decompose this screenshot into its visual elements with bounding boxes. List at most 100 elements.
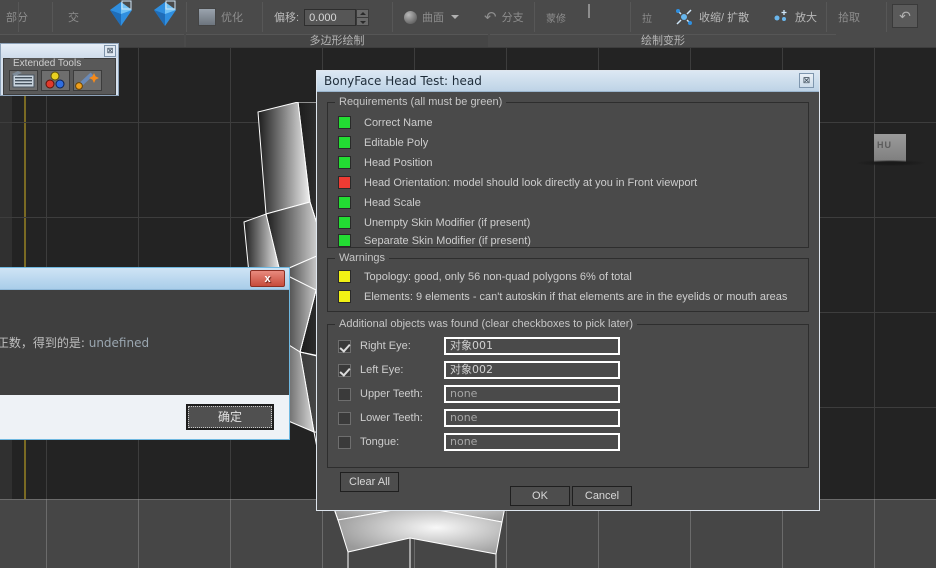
error-dialog[interactable]: 兰处理程序 异常 x 措误: 阵列索引必须正数，得到的是: undefined … — [0, 267, 290, 440]
bonyface-body: Requirements (all must be green) Correct… — [317, 92, 819, 510]
stepper-up-icon[interactable] — [357, 10, 369, 18]
requirement-row: Head Orientation: model should look dire… — [338, 173, 697, 192]
bonyface-titlebar[interactable]: BonyFace Head Test: head ⊠ — [317, 71, 819, 92]
ribbon-label-shrink-expand: 收缩/ 扩散 — [699, 12, 750, 24]
error-dialog-body: 措误: 阵列索引必须正数，得到的是: undefined — [0, 290, 289, 395]
ribbon-divider-4 — [262, 2, 263, 32]
top-ribbon: 部分 交 优化 偏移: 0.000 曲面 ↶ 分支 蒙修 拉 收缩/ 扩散 放大… — [0, 0, 936, 47]
ribbon-label-pull-1: 拉 — [642, 13, 652, 25]
ribbon-group-branch[interactable]: ↶ 分支 — [478, 0, 530, 34]
extended-tools-titlebar[interactable]: ⊠ — [1, 44, 118, 58]
ribbon-divider-2 — [52, 2, 53, 32]
upper-teeth-label: Upper Teeth: — [360, 388, 423, 400]
ribbon-group-pull[interactable]: 拉 — [636, 0, 658, 34]
error-ok-label: 确定 — [188, 406, 272, 428]
requirement-row: Correct Name — [338, 113, 432, 132]
clear-all-button[interactable]: Clear All — [340, 472, 399, 492]
additional-row-upper-teeth: Upper Teeth: none — [338, 383, 620, 405]
ribbon-group-optimize[interactable]: 优化 — [192, 0, 249, 34]
warning-row: Topology: good, only 56 non-quad polygon… — [338, 267, 632, 286]
right-eye-field[interactable]: 对象001 — [444, 337, 620, 355]
requirement-row: Head Position — [338, 153, 433, 172]
ribbon-label-surface: 曲面 — [422, 12, 444, 24]
error-dialog-titlebar[interactable]: 兰处理程序 异常 x — [0, 268, 289, 290]
bonyface-dialog[interactable]: BonyFace Head Test: head ⊠ Requirements … — [316, 70, 820, 511]
extended-tools-legend: Extended Tools — [10, 58, 85, 69]
grid-v — [874, 499, 875, 568]
requirement-label: Editable Poly — [364, 136, 429, 149]
tongue-field[interactable]: none — [444, 433, 620, 451]
upper-teeth-field[interactable]: none — [444, 385, 620, 403]
magic-wand-icon-button[interactable] — [73, 70, 102, 91]
gem-button-1[interactable] — [108, 0, 134, 31]
ribbon-group-left-clipped-2: 交 — [62, 0, 85, 34]
ribbon-label-branch: 分支 — [501, 12, 524, 24]
warnings-group: Warnings Topology: good, only 56 non-qua… — [327, 252, 809, 312]
ribbon-caption-paintdeform: 绘制变形 — [490, 34, 836, 47]
blue-gem-icon — [110, 0, 132, 26]
color-wheels-icon-button[interactable] — [41, 70, 70, 91]
undo-button[interactable]: ↶ — [892, 4, 918, 28]
cancel-button[interactable]: Cancel — [572, 486, 632, 506]
status-red-icon — [338, 176, 351, 189]
close-icon[interactable]: ⊠ — [799, 73, 814, 88]
small-object-label: HU — [877, 140, 892, 150]
grid-v — [874, 47, 875, 499]
tongue-checkbox[interactable] — [338, 435, 351, 449]
status-green-icon — [338, 216, 351, 229]
requirement-label: Unempty Skin Modifier (if present) — [364, 216, 531, 229]
close-icon[interactable]: x — [250, 270, 285, 287]
ok-button[interactable]: OK — [510, 486, 570, 506]
chevron-down-icon[interactable] — [451, 15, 459, 19]
box-icon — [588, 4, 590, 18]
ribbon-divider-9 — [886, 2, 887, 32]
close-icon[interactable]: ⊠ — [104, 45, 116, 57]
warnings-legend: Warnings — [335, 252, 390, 264]
ribbon-group-offset[interactable]: 偏移: 0.000 — [268, 0, 375, 34]
requirement-row: Separate Skin Modifier (if present) — [338, 231, 531, 250]
lower-teeth-checkbox[interactable] — [338, 411, 351, 425]
ribbon-group-zoom[interactable]: 放大 — [766, 0, 823, 34]
warning-row: Elements: 9 elements - can't autoskin if… — [338, 287, 787, 306]
ribbon-divider-6 — [534, 2, 535, 32]
ribbon-divider-3 — [186, 2, 187, 32]
requirements-group: Requirements (all must be green) Correct… — [327, 96, 809, 250]
branch-icon: ↶ — [484, 9, 497, 26]
left-eye-checkbox[interactable] — [338, 363, 351, 377]
status-yellow-icon — [338, 270, 351, 283]
stepper-down-icon[interactable] — [357, 18, 368, 25]
bonyface-title: BonyFace Head Test: head — [324, 74, 482, 88]
additional-row-lower-teeth: Lower Teeth: none — [338, 407, 620, 429]
warning-label: Elements: 9 elements - can't autoskin if… — [364, 290, 788, 303]
offset-stepper[interactable] — [356, 8, 370, 26]
lower-teeth-field[interactable]: none — [444, 409, 620, 427]
optimize-icon — [198, 8, 216, 26]
film-strip-icon — [12, 71, 35, 88]
error-ok-button[interactable]: 确定 — [186, 404, 274, 430]
requirement-row: Head Scale — [338, 193, 421, 212]
upper-teeth-checkbox[interactable] — [338, 387, 351, 401]
warning-label: Topology: good, only 56 non-quad polygon… — [364, 270, 632, 283]
additional-objects-group: Additional objects was found (clear chec… — [327, 318, 809, 492]
offset-spinner[interactable]: 0.000 — [304, 8, 370, 26]
error-message: 措误: 阵列索引必须正数，得到的是: undefined — [0, 334, 149, 351]
ribbon-divider-8 — [826, 2, 827, 32]
left-eye-field[interactable]: 对象002 — [444, 361, 620, 379]
ribbon-group-surface[interactable]: 曲面 — [398, 0, 465, 34]
ribbon-label-clipped: 蒙修 — [546, 13, 566, 25]
box-tool-button[interactable] — [588, 4, 590, 18]
extended-tools-panel[interactable]: ⊠ Extended Tools — [0, 43, 119, 96]
ribbon-divider-7 — [630, 2, 631, 32]
blue-gem-icon — [154, 0, 176, 26]
film-strip-icon-button[interactable] — [9, 70, 38, 91]
lower-teeth-label: Lower Teeth: — [360, 412, 423, 424]
enlarge-icon — [774, 10, 787, 21]
ribbon-group-shrink-expand[interactable]: 收缩/ 扩散 — [668, 0, 755, 34]
gem-button-2[interactable] — [152, 0, 178, 31]
right-eye-checkbox[interactable] — [338, 339, 351, 353]
additional-row-right-eye: Right Eye: 对象001 — [338, 335, 620, 357]
ribbon-group-pick[interactable]: 拾取 — [832, 0, 866, 34]
offset-value[interactable]: 0.000 — [304, 8, 357, 26]
status-green-icon — [338, 136, 351, 149]
ribbon-divider-1 — [18, 2, 19, 32]
